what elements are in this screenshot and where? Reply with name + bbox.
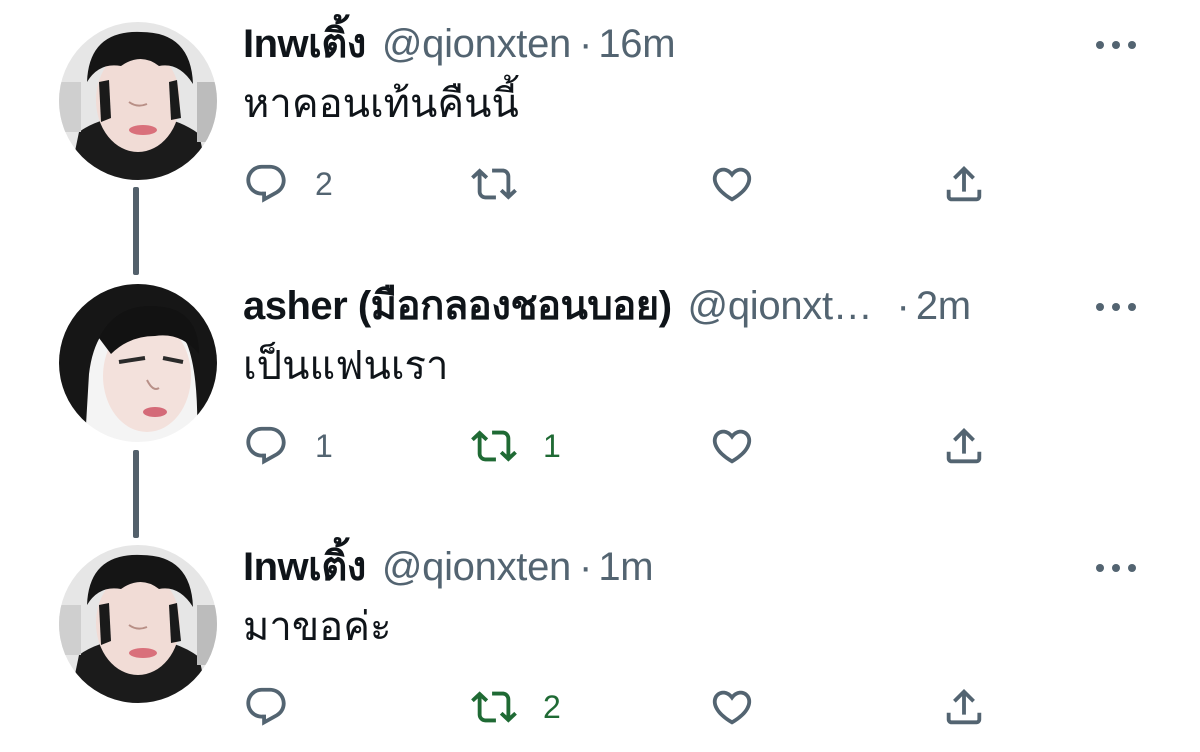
avatar[interactable] — [59, 22, 217, 180]
display-name[interactable]: asher (มือกลองชอนบอย) — [243, 276, 672, 336]
dot — [1128, 41, 1136, 49]
retweet-icon — [471, 430, 517, 462]
avatar[interactable] — [59, 284, 217, 442]
timestamp[interactable]: 1m — [598, 537, 653, 597]
tweet-header: Inwเติ้ง @qionxten · 1m — [243, 537, 654, 597]
retweet-count: 1 — [543, 427, 561, 464]
dot — [1096, 41, 1104, 49]
reply-icon — [246, 164, 286, 203]
tweet-text: มาขอค่ะ — [243, 605, 392, 649]
separator-dot: · — [896, 284, 910, 328]
retweet-icon — [471, 168, 517, 200]
more-options-icon[interactable] — [1096, 30, 1136, 60]
avatar[interactable] — [59, 545, 217, 703]
tweet[interactable]: Inwเติ้ง @qionxten · 16m หาคอนเท้นคืนนี้… — [0, 14, 1200, 254]
separator-dot: · — [578, 22, 593, 66]
tweet[interactable]: asher (มือกลองชอนบอย) @qionxt… · 2m เป็น… — [0, 276, 1200, 516]
reply-count: 2 — [315, 165, 333, 202]
dot — [1128, 303, 1136, 311]
tweet-actions: 2 — [243, 677, 1003, 737]
tweet-header: Inwเติ้ง @qionxten · 16m — [243, 14, 676, 74]
like-button[interactable] — [709, 154, 781, 214]
reply-icon — [246, 687, 286, 726]
retweet-button[interactable] — [471, 154, 543, 214]
dot — [1112, 564, 1120, 572]
display-name[interactable]: Inwเติ้ง — [243, 14, 366, 74]
dot — [1112, 41, 1120, 49]
retweet-icon — [471, 691, 517, 723]
share-button[interactable] — [941, 154, 987, 214]
dot — [1128, 564, 1136, 572]
more-options-icon[interactable] — [1096, 292, 1136, 322]
retweet-button[interactable]: 2 — [471, 677, 561, 737]
user-handle[interactable]: @qionxt… — [688, 276, 873, 336]
like-button[interactable] — [709, 677, 781, 737]
retweet-button[interactable]: 1 — [471, 416, 561, 476]
share-icon — [946, 165, 982, 202]
heart-icon — [712, 690, 752, 725]
separator-dot: · — [578, 545, 593, 589]
dot — [1096, 303, 1104, 311]
display-name[interactable]: Inwเติ้ง — [243, 537, 366, 597]
reply-button[interactable]: 2 — [243, 154, 333, 214]
heart-icon — [712, 429, 752, 464]
like-button[interactable] — [709, 416, 781, 476]
tweet-actions: 2 — [243, 154, 1003, 214]
reply-button[interactable]: 1 — [243, 416, 333, 476]
user-handle[interactable]: @qionxten — [382, 14, 571, 74]
reply-icon — [246, 426, 286, 465]
thread: Inwเติ้ง @qionxten · 16m หาคอนเท้นคืนนี้… — [0, 0, 1200, 752]
dot — [1096, 564, 1104, 572]
share-button[interactable] — [941, 677, 987, 737]
reply-button[interactable] — [243, 677, 315, 737]
timestamp[interactable]: 2m — [916, 276, 971, 336]
tweet-header: asher (มือกลองชอนบอย) @qionxt… · 2m — [243, 276, 971, 336]
reply-count: 1 — [315, 427, 333, 464]
tweet[interactable]: Inwเติ้ง @qionxten · 1m มาขอค่ะ 2 — [0, 537, 1200, 752]
heart-icon — [712, 167, 752, 202]
user-handle[interactable]: @qionxten — [382, 537, 571, 597]
share-button[interactable] — [941, 416, 987, 476]
dot — [1112, 303, 1120, 311]
avatar-image — [59, 545, 217, 703]
more-options-icon[interactable] — [1096, 553, 1136, 583]
share-icon — [946, 688, 982, 725]
tweet-text: เป็นแฟนเรา — [243, 344, 449, 388]
tweet-actions: 1 1 — [243, 416, 1003, 476]
retweet-count: 2 — [543, 688, 561, 725]
timestamp[interactable]: 16m — [598, 14, 675, 74]
tweet-text: หาคอนเท้นคืนนี้ — [243, 82, 519, 126]
avatar-image — [59, 284, 217, 442]
avatar-image — [59, 22, 217, 180]
share-icon — [946, 427, 982, 464]
